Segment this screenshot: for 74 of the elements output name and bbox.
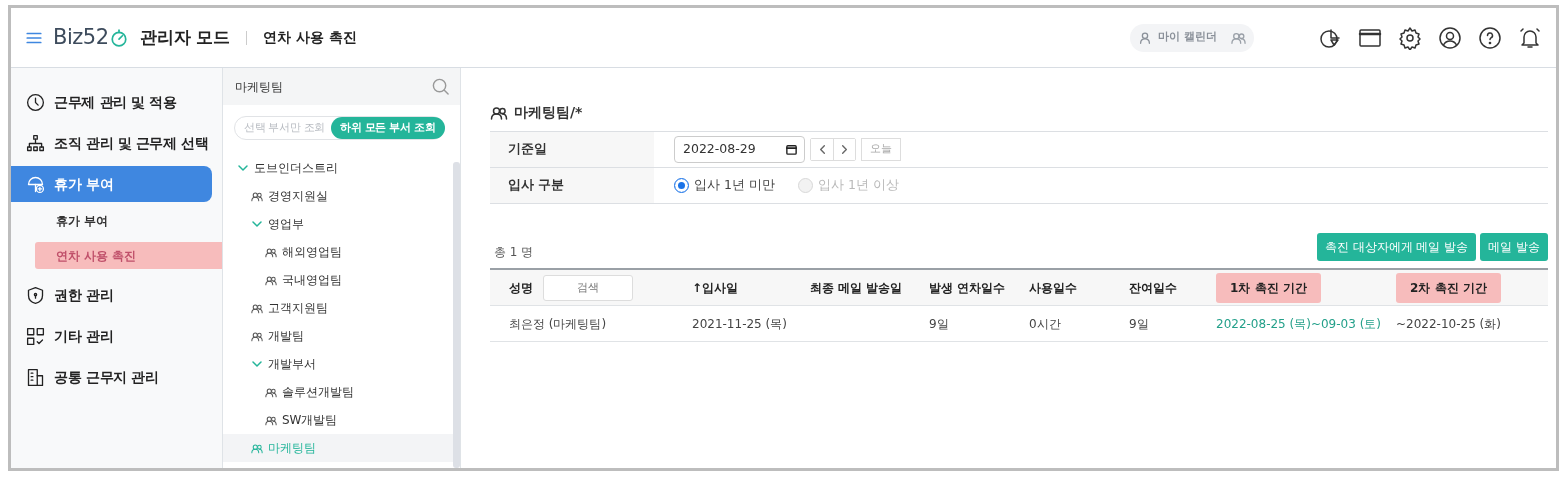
tree-node[interactable]: 개발부서 <box>223 350 453 378</box>
field-label: 기준일 <box>490 132 654 167</box>
sidebar-item[interactable]: 공통 근무지 관리 <box>11 359 212 395</box>
table-cell-text: 9일 <box>1129 315 1149 333</box>
column-header: 발생 연차일수 <box>929 279 1006 297</box>
grid-icon <box>25 325 46 347</box>
field-label: 입사 구분 <box>490 168 654 203</box>
name-search-field[interactable]: 검색 <box>543 274 633 301</box>
tree-node[interactable]: 해외영업팀 <box>223 238 453 266</box>
column-header: 사용일수 <box>1029 279 1077 297</box>
search-bar[interactable]: 마케팅팀 <box>223 68 460 105</box>
calendar-icon[interactable] <box>785 143 798 156</box>
radio-option: 입사 1년 이상 <box>797 176 899 195</box>
column-header: ↑입사일 <box>692 279 739 297</box>
people-icon <box>265 414 277 426</box>
tree-node[interactable]: 도브인더스트리 <box>223 154 453 182</box>
people-icon <box>1231 30 1246 45</box>
page-title: 연차 사용 촉진 <box>263 28 358 47</box>
tree-node[interactable]: 개발팀 <box>223 322 453 350</box>
table-cell-text: 9일 <box>929 315 949 333</box>
submenu-item[interactable]: 휴가 부여 <box>35 207 222 234</box>
column-header: 2차 촉진 기간 <box>1396 272 1501 303</box>
table-cell-text: 최은정 (마케팅팀) <box>509 315 607 333</box>
people-icon <box>490 104 508 121</box>
people-icon <box>251 302 263 314</box>
column-header: 성명 <box>509 279 533 297</box>
settings-icon[interactable] <box>1398 25 1422 50</box>
tree-node[interactable]: SW개발팀 <box>223 406 453 434</box>
logo: Biz52 <box>53 23 109 51</box>
chevron-icon[interactable] <box>251 358 263 370</box>
column-header: 잔여일수 <box>1129 279 1177 297</box>
chevron-icon[interactable] <box>237 162 249 174</box>
date-field[interactable]: 2022-08-29 <box>674 136 805 163</box>
people-icon <box>251 442 263 454</box>
tree-node[interactable]: 고객지원팀 <box>223 294 453 322</box>
people-icon <box>265 246 277 258</box>
table-cell-text: 2021-11-25 (목) <box>692 315 787 333</box>
people-icon <box>251 330 263 342</box>
org-chart-icon <box>25 132 46 154</box>
bell-icon[interactable] <box>1518 25 1542 50</box>
tree-node[interactable]: 국내영업팀 <box>223 266 453 294</box>
chevron-icon[interactable] <box>251 218 263 230</box>
table-cell-text: 0시간 <box>1029 315 1061 333</box>
tree-node[interactable]: 영업부 <box>223 210 453 238</box>
tree-node[interactable]: 솔루션개발팀 <box>223 378 453 406</box>
sidebar-item[interactable]: 근무제 관리 및 적용 <box>11 84 212 120</box>
tree-node[interactable]: 경영지원실 <box>223 182 453 210</box>
scrollbar[interactable] <box>453 162 460 468</box>
help-icon[interactable] <box>1478 25 1502 50</box>
clock-icon <box>25 91 46 113</box>
column-header: 1차 촉진 기간 <box>1216 272 1321 303</box>
person-icon <box>1138 30 1153 45</box>
people-icon <box>251 190 263 202</box>
column-header: 최종 메일 발송일 <box>810 279 903 297</box>
search-icon[interactable] <box>431 77 450 96</box>
sidebar-item[interactable]: 기타 관리 <box>11 318 212 354</box>
sidebar-item[interactable]: 권한 관리 <box>11 277 212 313</box>
table-cell-text: 2022-08-25 (목)~09-03 (토) <box>1216 315 1382 333</box>
chevron-right-icon <box>839 144 850 155</box>
next-button[interactable] <box>833 139 855 160</box>
sidebar-item[interactable]: 조직 관리 및 근무제 선택 <box>11 125 212 161</box>
radio-option[interactable]: 입사 1년 미만 <box>674 176 775 195</box>
sidebar-item[interactable]: 휴가 부여 <box>11 166 212 202</box>
search-field[interactable]: 마케팅팀 <box>233 76 431 97</box>
building-icon <box>25 366 46 388</box>
people-icon <box>265 386 277 398</box>
mode-title: 관리자 모드 <box>139 25 231 49</box>
stopwatch-icon <box>109 27 128 48</box>
total-count: 총 1 명 <box>493 244 534 261</box>
table-cell-text: ~2022-10-25 (화) <box>1396 315 1501 333</box>
people-icon <box>265 274 277 286</box>
account-icon[interactable] <box>1438 25 1462 50</box>
shield-icon <box>25 284 46 306</box>
section-title: 마케팅팀/* <box>514 103 583 122</box>
